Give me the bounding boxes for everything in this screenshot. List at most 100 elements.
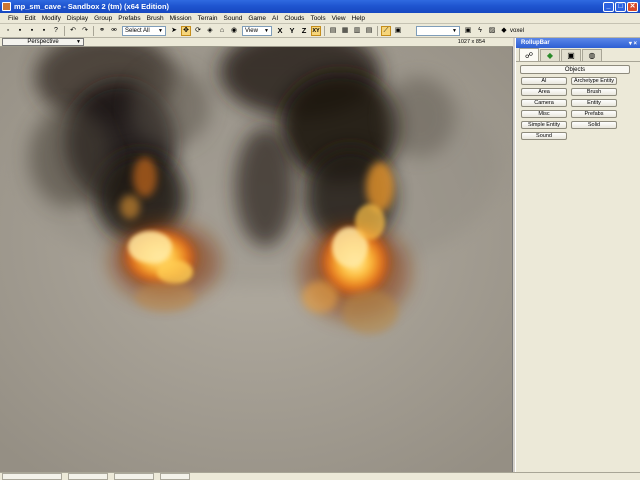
scene-render [0,47,512,472]
export-icon[interactable]: ▪ [39,26,49,36]
close-button[interactable]: ✕ [627,1,638,12]
link-icon[interactable]: ⚭ [97,26,107,36]
display-tab-icon: ▣ [567,51,575,60]
voxel-label: voxel [510,27,525,34]
status-coordinates [68,473,108,480]
camera-button[interactable]: Camera [521,99,567,107]
viewport-title: Perspective [27,39,59,45]
menu-prefabs[interactable]: Prefabs [115,15,143,22]
objects-tab-icon: ☍ [524,50,534,60]
redo-icon[interactable]: ↷ [80,26,90,36]
menu-clouds[interactable]: Clouds [281,15,307,22]
tab-layers[interactable]: ◍ [582,49,602,61]
tab-objects[interactable]: ☍ [519,48,539,61]
help-icon[interactable]: ? [51,26,61,36]
unlink-icon[interactable]: ⚮ [109,26,119,36]
viewport-header: Perspective ▼ 1027 x 854 [0,38,513,47]
menu-modify[interactable]: Modify [39,15,64,22]
status-bar [0,472,640,480]
lightning-icon[interactable]: ϟ [475,26,485,36]
viewport-resolution: 1027 x 854 [457,39,485,45]
menu-help[interactable]: Help [349,15,368,22]
menu-game[interactable]: Game [245,15,269,22]
status-snap [114,473,154,480]
status-grid [160,473,190,480]
landscape-icon[interactable]: ▦ [340,26,350,36]
properties-icon[interactable]: ▣ [393,26,403,36]
grid-icon[interactable]: ▥ [352,26,362,36]
save-all-icon[interactable]: ▪ [27,26,37,36]
voxel-icon[interactable]: ◆ [499,26,509,36]
archetype-entity-button[interactable]: Archetype Entity [571,77,617,85]
rollup-title: RollupBar [521,40,550,46]
menu-ai[interactable]: AI [269,15,281,22]
selection-combo[interactable]: Select All ▼ [122,25,166,36]
paint-icon[interactable]: ▨ [487,26,497,36]
toolbar-separator [324,25,325,36]
new-file-icon[interactable]: ▫ [3,26,13,36]
menu-display[interactable]: Display [64,15,91,22]
layers-icon[interactable]: ▤ [364,26,374,36]
menu-file[interactable]: File [2,15,21,22]
menu-terrain[interactable]: Terrain [195,15,221,22]
rotate-icon[interactable]: ⟳ [193,26,203,36]
entity-button[interactable]: Entity [571,99,617,107]
terrain-icon[interactable]: ▤ [328,26,338,36]
objects-panel: Objects AI Archetype Entity Area Brush C… [516,62,640,470]
toolbar-separator [377,25,378,36]
ruler-icon[interactable]: ⟋ [381,25,391,36]
save-icon[interactable]: ▪ [15,26,25,36]
axis-y-button[interactable]: Y [287,26,297,36]
toolbar-separator [64,25,65,36]
perspective-viewport[interactable] [0,47,513,472]
axis-xy-button[interactable]: XY [311,25,321,36]
layers-tab-icon: ◍ [588,51,596,60]
menu-sound[interactable]: Sound [221,15,246,22]
area-button[interactable]: Area [521,88,567,96]
coordinate-system-combo[interactable]: View ▼ [242,25,272,36]
menu-brush[interactable]: Brush [144,15,167,22]
menu-edit[interactable]: Edit [21,15,38,22]
chevron-down-icon: ▼ [158,27,163,34]
search-combo[interactable]: ▼ [416,25,460,36]
prefabs-button[interactable]: Prefabs [571,110,617,118]
tab-display[interactable]: ▣ [561,49,581,61]
chevron-down-icon: ▼ [264,27,269,34]
ai-button[interactable]: AI [521,77,567,85]
menu-mission[interactable]: Mission [167,15,195,22]
select-arrow-icon[interactable]: ➤ [169,26,179,36]
menu-tools[interactable]: Tools [307,15,328,22]
minimize-button[interactable]: _ [603,1,614,12]
rollup-tabs: ☍ ◆ ▣ ◍ [516,48,640,62]
snap-terrain-icon[interactable]: ⌂ [217,26,227,36]
app-icon [2,2,11,11]
pin-close-icon[interactable]: ▾ × [629,40,637,47]
snap-object-icon[interactable]: ◉ [229,26,239,36]
scale-icon[interactable]: ◈ [205,26,215,36]
coord-combo-value: View [245,27,258,34]
toolbar-separator [93,25,94,36]
chevron-down-icon: ▼ [76,39,81,45]
object-button-grid: AI Archetype Entity Area Brush Camera En… [521,77,631,140]
viewport-type-dropdown[interactable]: Perspective ▼ [2,38,84,46]
tab-terrain[interactable]: ◆ [540,49,560,61]
material-icon[interactable]: ▣ [463,26,473,36]
title-bar: mp_sm_cave - Sandbox 2 (tm) (x64 Edition… [0,0,640,13]
menu-group[interactable]: Group [91,15,115,22]
simple-entity-button[interactable]: Simple Entity [521,121,567,129]
chevron-down-icon: ▼ [452,27,457,34]
window-title: mp_sm_cave - Sandbox 2 (tm) (x64 Edition… [14,2,170,11]
sound-button[interactable]: Sound [521,132,567,140]
menu-bar: File Edit Modify Display Group Prefabs B… [0,13,640,24]
menu-view[interactable]: View [329,15,349,22]
terrain-tab-icon: ◆ [546,51,554,60]
axis-x-button[interactable]: X [275,26,285,36]
solid-button[interactable]: Solid [571,121,617,129]
objects-category-header[interactable]: Objects [520,65,630,74]
move-icon[interactable]: ✥ [181,25,191,36]
undo-icon[interactable]: ↶ [68,26,78,36]
brush-button[interactable]: Brush [571,88,617,96]
misc-button[interactable]: Misc [521,110,567,118]
axis-z-button[interactable]: Z [299,26,309,36]
maximize-button[interactable]: □ [615,1,626,12]
